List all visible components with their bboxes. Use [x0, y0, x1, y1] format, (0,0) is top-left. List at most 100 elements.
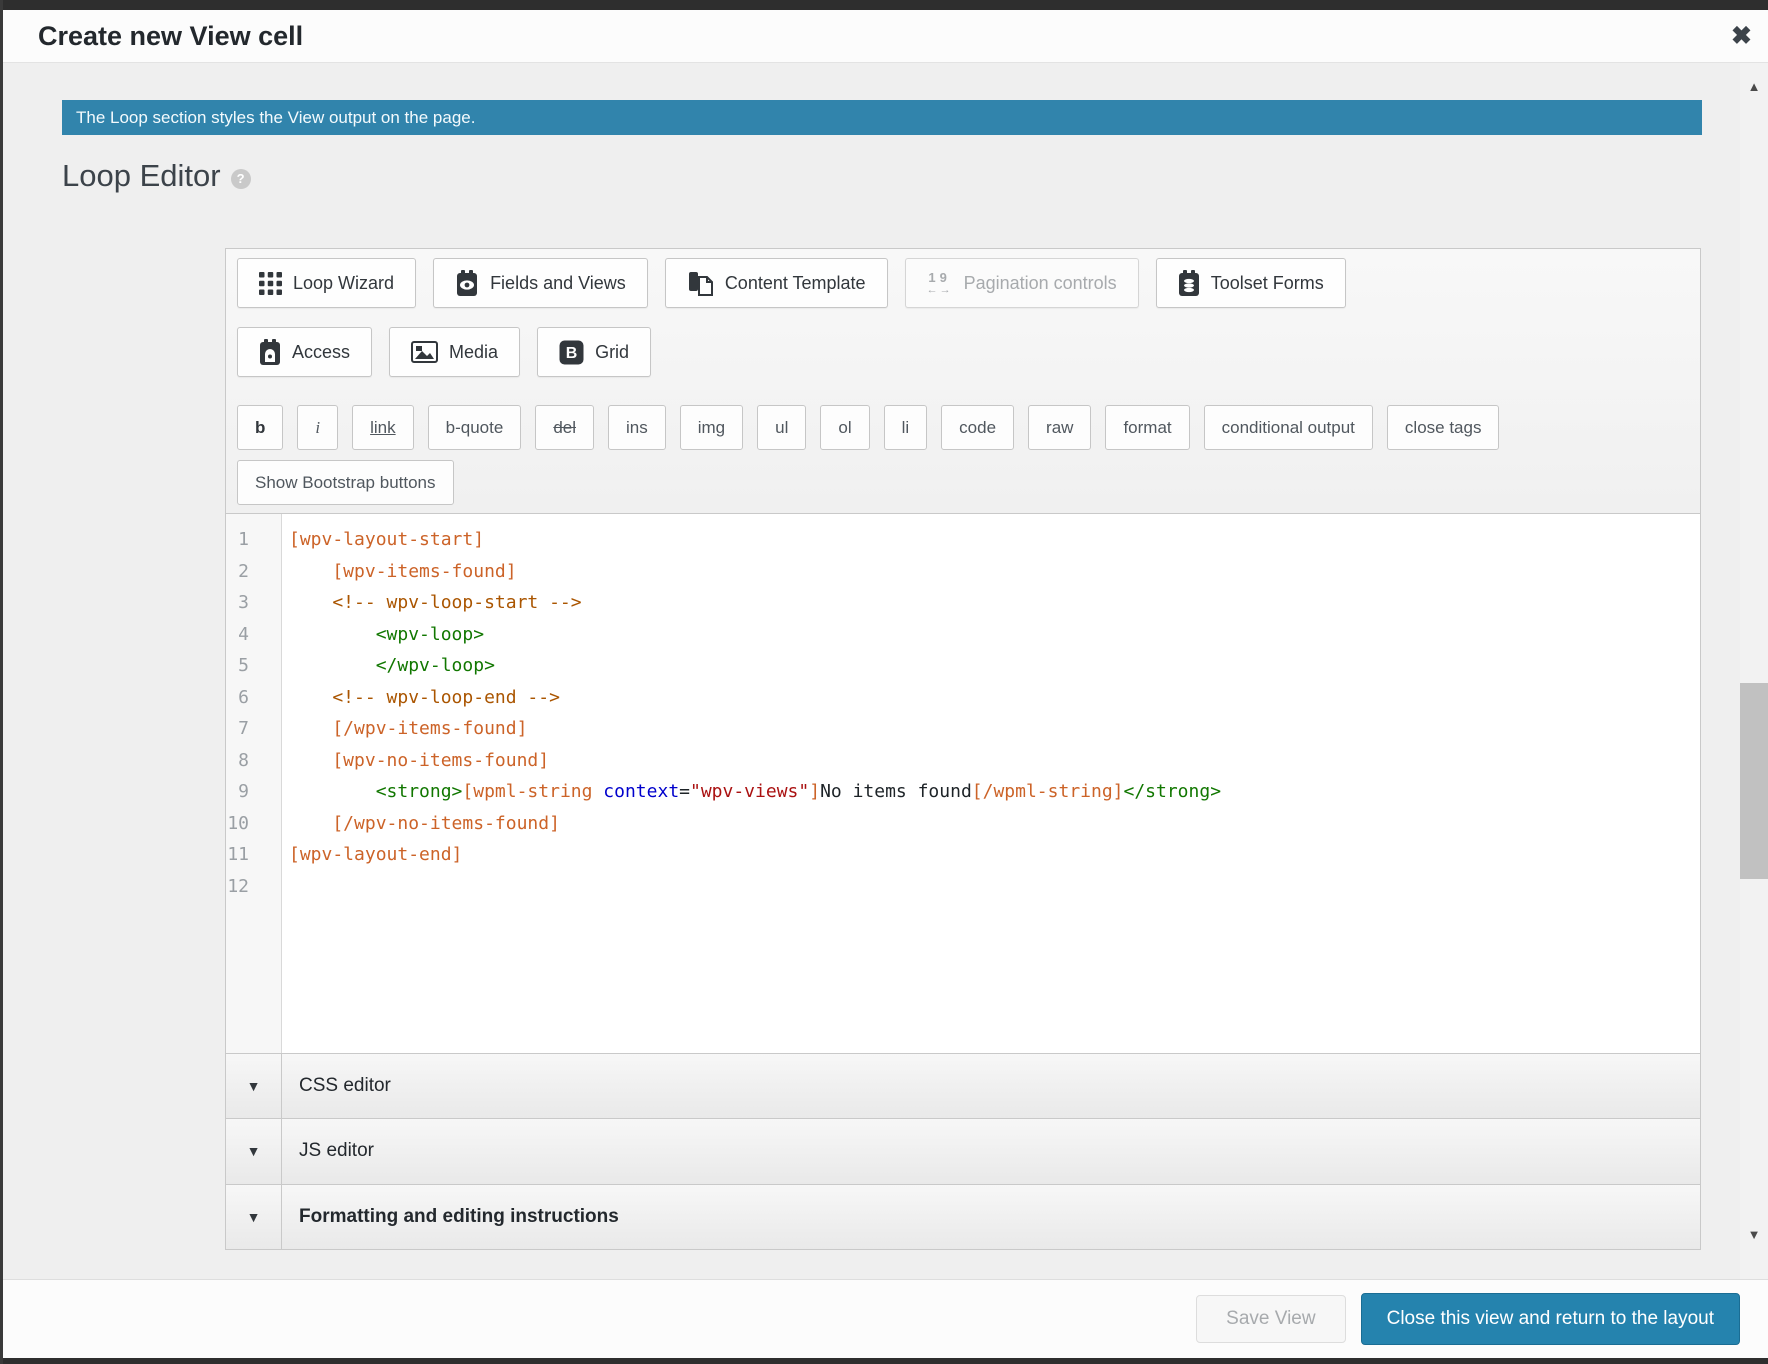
scrollbar[interactable]: ▲ ▼	[1740, 63, 1768, 1279]
quicktag-conditional-output[interactable]: conditional output	[1204, 405, 1373, 450]
code-token: ]	[809, 781, 820, 802]
code-line: [/wpv-no-items-found]	[289, 808, 1700, 840]
show-bootstrap-buttons-button[interactable]: Show Bootstrap buttons	[237, 460, 454, 505]
code-token: [wpml-string	[462, 781, 603, 802]
toolbar-button-pagination-controls[interactable]: 19←→ Pagination controls	[905, 258, 1139, 308]
chevron-down-icon[interactable]: ▼	[226, 1054, 282, 1118]
quicktag-del[interactable]: del	[535, 405, 594, 450]
line-number: 12	[226, 871, 249, 903]
section-css-editor[interactable]: ▼CSS editor	[226, 1054, 1700, 1118]
code-token: <!-- wpv-loop-start -->	[289, 592, 582, 613]
section-label: CSS editor	[282, 1054, 391, 1118]
section-label: Formatting and editing instructions	[282, 1185, 619, 1249]
save-view-button[interactable]: Save View	[1196, 1295, 1345, 1343]
grid-icon: B	[559, 340, 584, 365]
line-number: 2	[226, 556, 249, 588]
close-icon[interactable]: ✖	[1731, 21, 1752, 51]
code-token: [/wpml-string]	[972, 781, 1124, 802]
modal-footer: Save View Close this view and return to …	[0, 1279, 1768, 1358]
toolbar-button-label: Content Template	[725, 273, 866, 294]
info-banner-text: The Loop section styles the View output …	[76, 108, 475, 127]
toolset-forms-icon	[1178, 270, 1200, 297]
browser-top-strip	[0, 0, 1768, 10]
toolbar-button-label: Loop Wizard	[293, 273, 394, 294]
code-line: <strong>[wpml-string context="wpv-views"…	[289, 776, 1700, 808]
code-line: [wpv-layout-end]	[289, 839, 1700, 871]
modal-titlebar: Create new View cell ✖	[0, 10, 1768, 63]
chevron-down-icon[interactable]: ▼	[226, 1185, 282, 1249]
quicktag-ul[interactable]: ul	[757, 405, 806, 450]
scrollbar-thumb[interactable]	[1740, 683, 1768, 879]
fields-and-views-icon	[455, 270, 479, 297]
code-token	[289, 781, 376, 802]
loop-editor-panel: Loop Wizard Fields and Views Content Templ…	[225, 248, 1701, 1250]
code-line: <wpv-loop>	[289, 619, 1700, 651]
quicktag-b[interactable]: b	[237, 405, 283, 450]
media-icon	[411, 341, 438, 363]
section-js-editor[interactable]: ▼JS editor	[226, 1118, 1700, 1183]
toolbar-row-2: Access Media BGrid	[237, 327, 1689, 377]
quicktag-img[interactable]: img	[680, 405, 743, 450]
quicktag-i[interactable]: i	[297, 405, 338, 450]
quicktag-ins[interactable]: ins	[608, 405, 666, 450]
bootstrap-row: Show Bootstrap buttons	[237, 460, 1689, 505]
toolbar-button-label: Toolset Forms	[1211, 273, 1324, 294]
toolbar-button-fields-and-views[interactable]: Fields and Views	[433, 258, 648, 308]
quicktag-code[interactable]: code	[941, 405, 1014, 450]
toolbar-button-content-template[interactable]: Content Template	[665, 258, 888, 308]
line-number: 3	[226, 587, 249, 619]
toolbar-button-loop-wizard[interactable]: Loop Wizard	[237, 258, 416, 308]
quicktag-format[interactable]: format	[1105, 405, 1189, 450]
code-token: </wpv-loop>	[289, 655, 495, 676]
toolbar-button-grid[interactable]: BGrid	[537, 327, 651, 377]
code-token: =	[679, 781, 690, 802]
modal-left-edge	[0, 0, 3, 1364]
code-token: [wpv-items-found]	[289, 561, 517, 582]
editor-toolbar: Loop Wizard Fields and Views Content Templ…	[226, 249, 1700, 514]
code-token: [wpv-layout-end]	[289, 844, 462, 865]
toolbar-button-access[interactable]: Access	[237, 327, 372, 377]
info-banner: The Loop section styles the View output …	[62, 100, 1702, 135]
code-line: [wpv-layout-start]	[289, 524, 1700, 556]
code-token: context	[603, 781, 679, 802]
code-token: </strong>	[1124, 781, 1222, 802]
section-formatting-and-editing-instructions[interactable]: ▼Formatting and editing instructions	[226, 1184, 1700, 1249]
line-number: 4	[226, 619, 249, 651]
browser-bottom-strip	[0, 1358, 1768, 1364]
toolbar-button-toolset-forms[interactable]: Toolset Forms	[1156, 258, 1346, 308]
svg-text:B: B	[566, 345, 578, 362]
toolbar-button-label: Pagination controls	[964, 273, 1117, 294]
close-and-return-button[interactable]: Close this view and return to the layout	[1361, 1293, 1740, 1345]
modal-title: Create new View cell	[38, 10, 303, 62]
code-token: <strong>	[376, 781, 463, 802]
section-label: JS editor	[282, 1119, 374, 1183]
help-icon[interactable]: ?	[231, 169, 251, 189]
code-content[interactable]: [wpv-layout-start] [wpv-items-found] <!-…	[282, 514, 1700, 1053]
quicktag-close-tags[interactable]: close tags	[1387, 405, 1500, 450]
quicktag-b-quote[interactable]: b-quote	[428, 405, 522, 450]
collapsible-sections: ▼CSS editor▼JS editor▼Formatting and edi…	[226, 1054, 1700, 1249]
quicktag-raw[interactable]: raw	[1028, 405, 1091, 450]
code-editor[interactable]: 123456789101112 [wpv-layout-start] [wpv-…	[226, 514, 1700, 1054]
toolbar-button-label: Media	[449, 342, 498, 363]
quicktag-link[interactable]: link	[352, 405, 414, 450]
line-number: 7	[226, 713, 249, 745]
line-number-gutter: 123456789101112	[226, 514, 282, 1053]
code-token: [wpv-no-items-found]	[289, 750, 549, 771]
toolbar-button-label: Access	[292, 342, 350, 363]
content-template-icon	[687, 270, 714, 297]
line-number: 11	[226, 839, 249, 871]
chevron-down-icon[interactable]: ▼	[226, 1119, 282, 1183]
quicktag-ol[interactable]: ol	[820, 405, 869, 450]
line-number: 5	[226, 650, 249, 682]
pagination-icon: 19←→	[927, 271, 953, 296]
code-line: [wpv-items-found]	[289, 556, 1700, 588]
quicktag-li[interactable]: li	[884, 405, 928, 450]
toolbar-button-media[interactable]: Media	[389, 327, 520, 377]
toolbar-button-label: Fields and Views	[490, 273, 626, 294]
scrollbar-down-icon[interactable]: ▼	[1740, 1227, 1768, 1242]
loop-editor-heading-text: Loop Editor	[62, 158, 221, 193]
loop-wizard-icon	[259, 272, 282, 295]
line-number: 6	[226, 682, 249, 714]
scrollbar-up-icon[interactable]: ▲	[1740, 79, 1768, 94]
